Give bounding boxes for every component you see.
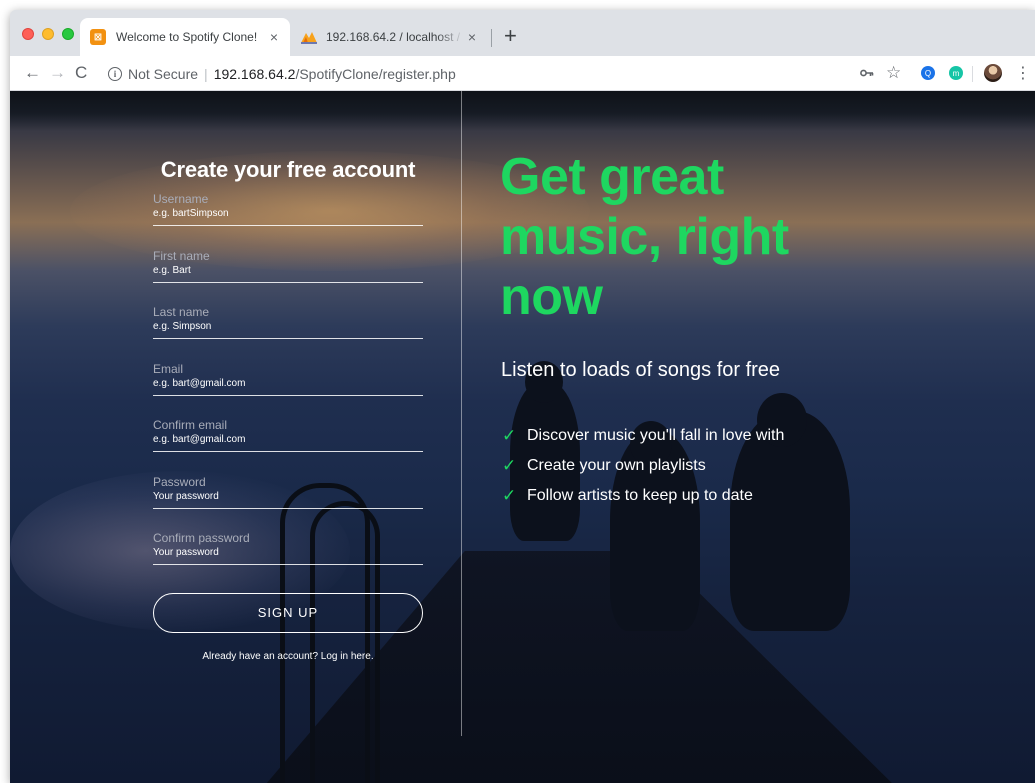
- last-name-field-group: Last name: [153, 304, 423, 361]
- address-bar[interactable]: i Not Secure | 192.168.64.2 /SpotifyClon…: [108, 64, 456, 84]
- sign-up-button[interactable]: SIGN UP: [153, 592, 423, 633]
- tab-phpmyadmin[interactable]: 192.168.64.2 / localhost / Spotify ×: [292, 18, 488, 56]
- confirm-email-input[interactable]: [153, 433, 423, 452]
- window-minimize-button[interactable]: [42, 28, 54, 40]
- first-name-field-group: First name: [153, 248, 423, 305]
- info-icon[interactable]: i: [108, 67, 122, 81]
- confirm-password-label: Confirm password: [153, 531, 250, 545]
- tab-title: 192.168.64.2 / localhost / Spotify: [326, 30, 464, 44]
- last-name-label: Last name: [153, 305, 210, 319]
- url-separator: |: [204, 66, 208, 82]
- toolbar-separator: [972, 66, 973, 82]
- email-field-group: Email: [153, 361, 423, 418]
- last-name-input[interactable]: [153, 320, 423, 339]
- password-field-group: Password: [153, 474, 423, 531]
- phpmyadmin-icon: [301, 32, 317, 44]
- background-shoreline: [10, 91, 1035, 131]
- confirm-password-field-group: Confirm password: [153, 530, 423, 587]
- profile-avatar[interactable]: [984, 64, 1002, 82]
- column-divider: [461, 91, 462, 736]
- first-name-input[interactable]: [153, 263, 423, 283]
- new-tab-button[interactable]: +: [504, 24, 517, 48]
- list-item: ✓ Follow artists to keep up to date: [502, 481, 784, 511]
- tab-close-button[interactable]: ×: [266, 29, 282, 45]
- key-icon[interactable]: [860, 62, 874, 84]
- reload-icon[interactable]: C: [75, 62, 87, 84]
- url-path: /SpotifyClone/register.php: [295, 66, 456, 82]
- browser-window: ⊠ Welcome to Spotify Clone! × 192.168.64…: [10, 10, 1035, 783]
- password-input[interactable]: [153, 489, 423, 509]
- feature-text: Create your own playlists: [527, 457, 706, 474]
- confirm-email-field-group: Confirm email: [153, 417, 423, 474]
- extension-q-icon[interactable]: Q: [921, 66, 935, 80]
- email-input[interactable]: [153, 376, 423, 396]
- security-status: Not Secure: [128, 66, 199, 82]
- tab-separator: [491, 29, 492, 47]
- feature-text: Discover music you'll fall in love with: [527, 427, 785, 444]
- checkmark-icon: ✓: [502, 486, 517, 505]
- page-content: Create your free account Username First …: [10, 91, 1035, 783]
- form-title: Create your free account: [160, 157, 416, 182]
- first-name-label: First name: [153, 248, 210, 263]
- confirm-email-label: Confirm email: [153, 418, 228, 432]
- window-close-button[interactable]: [22, 28, 34, 40]
- list-item: ✓ Discover music you'll fall in love wit…: [502, 421, 784, 451]
- tab-strip: ⊠ Welcome to Spotify Clone! × 192.168.64…: [10, 10, 1035, 56]
- extension-m-icon[interactable]: m: [949, 66, 963, 80]
- promo-subhead: Listen to loads of songs for free: [501, 359, 781, 381]
- password-label: Password: [153, 474, 206, 489]
- username-input[interactable]: [153, 207, 423, 226]
- forward-arrow-icon[interactable]: →: [49, 62, 66, 84]
- tab-spotify-clone[interactable]: ⊠ Welcome to Spotify Clone! ×: [80, 18, 290, 56]
- promo-headline: Get great music, right now: [500, 148, 789, 326]
- username-field-group: Username: [153, 191, 423, 248]
- tab-close-button[interactable]: ×: [464, 29, 480, 45]
- back-arrow-icon[interactable]: ←: [24, 62, 41, 84]
- username-label: Username: [153, 192, 209, 206]
- feature-text: Follow artists to keep up to date: [527, 487, 753, 504]
- key-icon-svg: [860, 69, 874, 77]
- checkmark-icon: ✓: [502, 426, 517, 445]
- browser-toolbar: ← → C i Not Secure | 192.168.64.2 /Spoti…: [10, 56, 1035, 91]
- bookmark-star-icon[interactable]: ☆: [886, 62, 901, 84]
- login-link[interactable]: Already have an account? Log in here.: [153, 651, 423, 662]
- list-item: ✓ Create your own playlists: [502, 451, 784, 481]
- confirm-password-input[interactable]: [153, 546, 423, 565]
- tab-title: Welcome to Spotify Clone!: [116, 30, 258, 44]
- menu-icon[interactable]: ⋮: [1015, 62, 1031, 84]
- register-form: Create your free account Username First …: [153, 157, 423, 662]
- email-label: Email: [153, 361, 184, 376]
- feature-list: ✓ Discover music you'll fall in love wit…: [502, 421, 784, 511]
- window-maximize-button[interactable]: [62, 28, 74, 40]
- url-host: 192.168.64.2: [213, 66, 296, 82]
- checkmark-icon: ✓: [502, 456, 517, 475]
- xampp-icon: ⊠: [90, 29, 106, 45]
